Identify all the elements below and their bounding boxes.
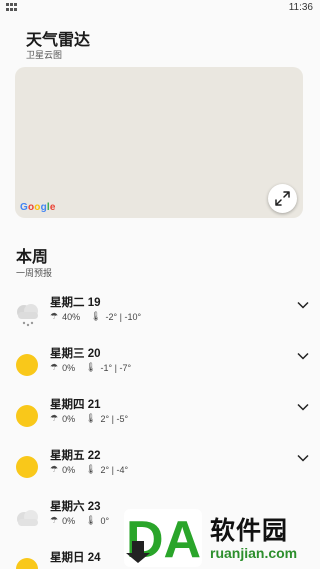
day-details: ☂ 0% 🌡 2° | -5°: [50, 413, 128, 424]
umbrella-icon: ☂: [50, 311, 59, 321]
forecast-row[interactable]: 星期五 22 ☂ 0% 🌡 2° | -4°: [0, 447, 320, 491]
watermark-logo: DA: [124, 509, 202, 569]
precip-value: 0%: [62, 464, 76, 475]
precip-value: 0%: [62, 362, 76, 373]
app-screen: 11:36 天气雷达 卫星云图 Google 本周 一周预报 星期二 19 ☂ …: [0, 0, 320, 569]
umbrella-icon: ☂: [50, 362, 59, 372]
day-details: ☂ 0% 🌡 2° | -4°: [50, 464, 128, 475]
sun-icon: [16, 354, 38, 376]
chevron-down-icon[interactable]: [297, 454, 309, 462]
day-label: 星期四 21: [50, 399, 101, 411]
chevron-down-icon[interactable]: [297, 403, 309, 411]
precip-value: 40%: [62, 311, 81, 322]
expand-icon: [275, 191, 290, 206]
umbrella-icon: ☂: [50, 515, 59, 525]
day-details: ☂ 0% 🌡 0°: [50, 515, 109, 526]
week-subtitle: 一周预报: [16, 268, 53, 278]
google-logo: Google: [20, 202, 56, 213]
radar-subtitle: 卫星云图: [26, 50, 63, 60]
temp-range: -1° | -7°: [100, 362, 132, 373]
precip-value: 0%: [62, 413, 76, 424]
forecast-row[interactable]: 星期四 21 ☂ 0% 🌡 2° | -5°: [0, 396, 320, 440]
temp-range: 2° | -5°: [100, 413, 129, 424]
forecast-row[interactable]: 星期三 20 ☂ 0% 🌡 -1° | -7°: [0, 345, 320, 389]
week-title: 本周: [16, 249, 49, 266]
watermark-cn: 软件园: [210, 517, 289, 545]
thermometer-icon: 🌡: [90, 311, 102, 321]
temp-range: 0°: [100, 515, 110, 526]
temp-range: -2° | -10°: [105, 311, 142, 322]
chevron-down-icon[interactable]: [297, 301, 309, 309]
watermark-en: ruanjian.com: [210, 545, 298, 561]
day-label: 星期三 20: [50, 348, 101, 360]
thermometer-icon: 🌡: [85, 413, 97, 423]
thermometer-icon: 🌡: [85, 464, 97, 474]
cloud-icon: [17, 510, 38, 526]
umbrella-icon: ☂: [50, 464, 59, 474]
expand-map-button[interactable]: [268, 184, 297, 213]
site-watermark: DA 软件园 ruanjian.com: [120, 505, 320, 569]
app-grid-icon: [6, 3, 17, 12]
sun-icon: [16, 558, 38, 569]
temp-range: 2° | -4°: [100, 464, 129, 475]
day-details: ☂ 40% 🌡 -2° | -10°: [50, 311, 141, 322]
radar-map[interactable]: Google: [15, 67, 303, 218]
status-bar: 11:36: [0, 0, 320, 16]
radar-title: 天气雷达: [26, 32, 91, 49]
forecast-row[interactable]: 星期二 19 ☂ 40% 🌡 -2° | -10°: [0, 294, 320, 338]
umbrella-icon: ☂: [50, 413, 59, 423]
thermometer-icon: 🌡: [85, 515, 97, 525]
day-label: 星期六 23: [50, 501, 101, 513]
snow-cloud-icon: [17, 304, 38, 327]
status-time: 11:36: [288, 2, 313, 13]
day-label: 星期二 19: [50, 297, 101, 309]
chevron-down-icon[interactable]: [297, 352, 309, 360]
sun-icon: [16, 456, 38, 478]
day-label: 星期五 22: [50, 450, 101, 462]
precip-value: 0%: [62, 515, 76, 526]
sun-icon: [16, 405, 38, 427]
thermometer-icon: 🌡: [85, 362, 97, 372]
day-details: ☂ 0% 🌡 -1° | -7°: [50, 362, 131, 373]
day-label: 星期日 24: [50, 552, 101, 564]
